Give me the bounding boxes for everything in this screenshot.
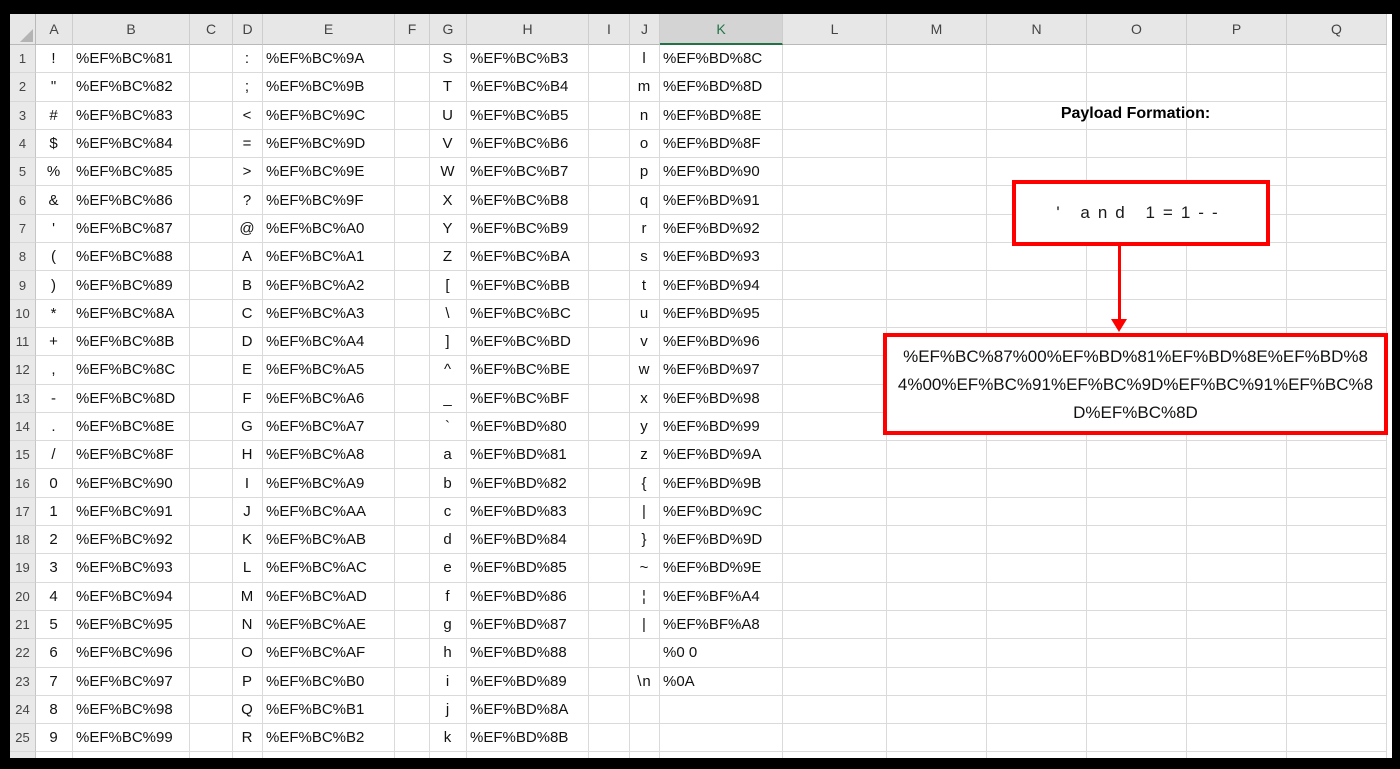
source-payload-box[interactable]: ' and 1=1-- (1012, 180, 1270, 246)
payload-formation-title[interactable]: Payload Formation: (883, 105, 1388, 123)
encoded-payload-box[interactable]: %EF%BC%87%00%EF%BD%81%EF%BD%8E%EF%BD%84%… (883, 333, 1388, 435)
annotation-overlay: Payload Formation: ' and 1=1-- %EF%BC%87… (10, 14, 1392, 758)
down-arrowhead-icon (1111, 319, 1127, 332)
spreadsheet: A B C D E F G H I J K L M N O P Q 1! %EF%BC%81: %EF%BC%9A S%… (10, 14, 1392, 758)
spreadsheet-screenshot: { "sheet": { "selected_column": "K", "vi… (0, 0, 1400, 769)
source-payload-text: ' and 1=1-- (1056, 203, 1226, 222)
encoded-payload-text: %EF%BC%87%00%EF%BD%81%EF%BD%8E%EF%BD%84%… (897, 347, 1374, 422)
down-arrow-icon[interactable] (1118, 246, 1121, 320)
